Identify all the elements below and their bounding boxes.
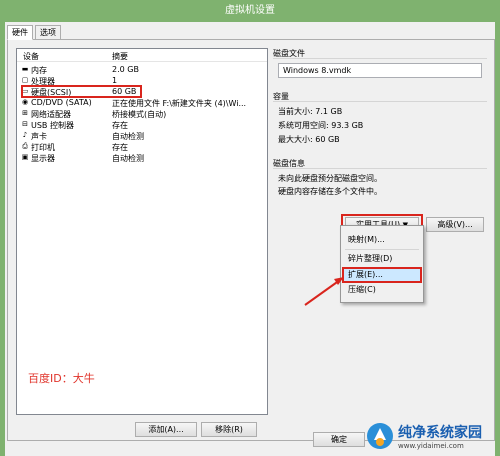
add-button[interactable]: 添加(A)... xyxy=(135,422,197,437)
device-row-memory[interactable]: ▬ 内存 2.0 GB xyxy=(17,64,267,75)
device-list-header: 设备 摘要 xyxy=(17,49,267,62)
device-row-sound[interactable]: ♪ 声卡 自动检测 xyxy=(17,130,267,141)
tab-hardware[interactable]: 硬件 xyxy=(7,25,33,40)
device-row-network[interactable]: ⊞ 网络适配器 桥接模式(自动) xyxy=(17,108,267,119)
menu-divider xyxy=(345,249,419,250)
window-title: 虚拟机设置 xyxy=(0,0,500,22)
processor-icon: ▢ xyxy=(21,76,29,84)
display-icon: ▣ xyxy=(21,153,29,161)
vm-settings-window: 虚拟机设置 硬件 选项 设备 摘要 ▬ 内存 2.0 GB ▢ 处理器 1 ▭ … xyxy=(0,0,500,456)
expand-highlight-box xyxy=(342,267,422,283)
device-row-cdrom[interactable]: ◉ CD/DVD (SATA) 正在使用文件 F:\新建文件夹 (4)\Wi..… xyxy=(17,97,267,108)
disk-info-line2: 硬盘内容存储在多个文件中。 xyxy=(278,187,382,196)
device-row-printer[interactable]: ⎙ 打印机 存在 xyxy=(17,141,267,152)
logo-emblem-icon xyxy=(367,423,393,449)
summary-column-header[interactable]: 摘要 xyxy=(112,51,128,62)
free-space-text: 系统可用空间: 93.3 GB xyxy=(278,121,364,130)
disk-info-divider xyxy=(273,168,487,169)
device-list: 设备 摘要 ▬ 内存 2.0 GB ▢ 处理器 1 ▭ 硬盘(SCSI) 60 … xyxy=(16,48,268,415)
device-row-display[interactable]: ▣ 显示器 自动检测 xyxy=(17,152,267,163)
usb-icon: ⊟ xyxy=(22,120,28,128)
current-size-text: 当前大小: 7.1 GB xyxy=(278,107,343,116)
logo-title: 纯净系统家园 xyxy=(398,425,482,441)
disk-file-field[interactable]: Windows 8.vmdk xyxy=(278,63,482,78)
sound-icon: ♪ xyxy=(22,131,28,139)
red-arrow-icon xyxy=(304,277,344,306)
menu-item-compact[interactable]: 压缩(C) xyxy=(343,284,421,296)
disk-info-line1: 未向此硬盘预分配磁盘空间。 xyxy=(278,174,382,183)
memory-icon: ▬ xyxy=(21,65,29,73)
harddisk-highlight-box xyxy=(21,85,142,98)
max-size-text: 最大大小: 60 GB xyxy=(278,135,340,144)
tab-options[interactable]: 选项 xyxy=(35,25,61,40)
logo-url: www.yidaimei.com xyxy=(398,442,464,450)
baidu-id-watermark: 百度ID：大牛 xyxy=(28,372,95,385)
remove-button[interactable]: 移除(R) xyxy=(201,422,257,437)
ok-button[interactable]: 确定 xyxy=(313,432,365,447)
network-icon: ⊞ xyxy=(22,109,28,117)
device-row-usb[interactable]: ⊟ USB 控制器 存在 xyxy=(17,119,267,130)
menu-item-map[interactable]: 映射(M)... xyxy=(343,234,421,246)
device-column-header[interactable]: 设备 xyxy=(23,51,39,62)
menu-item-defragment[interactable]: 碎片整理(D) xyxy=(343,253,421,265)
disk-file-divider xyxy=(273,58,487,59)
cdrom-icon: ◉ xyxy=(21,98,29,106)
site-logo: 纯净系统家园 www.yidaimei.com xyxy=(362,418,500,456)
capacity-divider xyxy=(273,101,487,102)
advanced-button[interactable]: 高级(V)... xyxy=(426,217,484,232)
printer-icon: ⎙ xyxy=(22,142,28,150)
utilities-menu: 映射(M)... 碎片整理(D) 扩展(E)... 压缩(C) xyxy=(340,225,424,303)
